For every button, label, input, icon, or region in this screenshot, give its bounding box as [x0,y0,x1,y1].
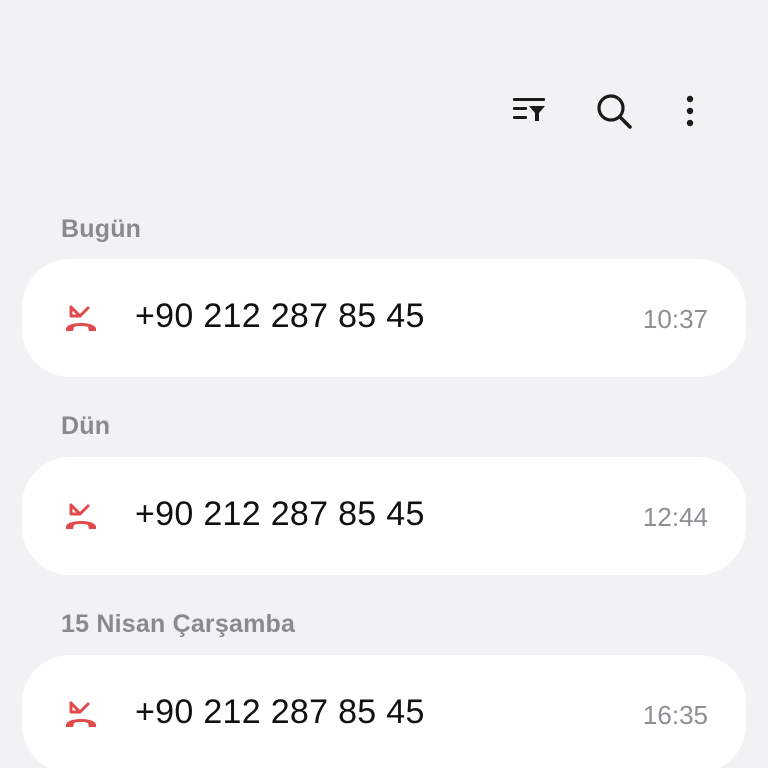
call-time: 12:44 [642,502,708,532]
filter-list-icon [513,98,545,121]
phone-number: +90 212 287 85 45 [135,693,425,731]
call-log-item[interactable]: +90 212 287 85 45 10:37 [22,259,746,377]
phone-number: +90 212 287 85 45 [135,495,425,533]
call-time: 10:37 [642,304,708,334]
filter-button[interactable] [504,86,554,136]
call-log-item[interactable]: +90 212 287 85 45 12:44 [22,457,746,575]
call-time: 16:35 [642,700,708,730]
missed-call-icon [66,701,96,727]
more-options-button[interactable] [665,86,715,136]
missed-call-icon [66,503,96,529]
search-button[interactable] [589,86,639,136]
missed-call-icon [66,305,96,331]
section-header-today: Bugün [61,215,142,243]
call-log-screen: Bugün +90 212 287 85 45 10:37 Dün +90 21… [0,0,768,768]
section-header-date: 15 Nisan Çarşamba [61,610,296,638]
phone-number: +90 212 287 85 45 [135,297,425,335]
section-header-yesterday: Dün [61,412,111,440]
toolbar [0,86,768,136]
search-icon [597,94,632,129]
call-log-item[interactable]: +90 212 287 85 45 16:35 [22,655,746,768]
more-vertical-icon [686,95,694,127]
